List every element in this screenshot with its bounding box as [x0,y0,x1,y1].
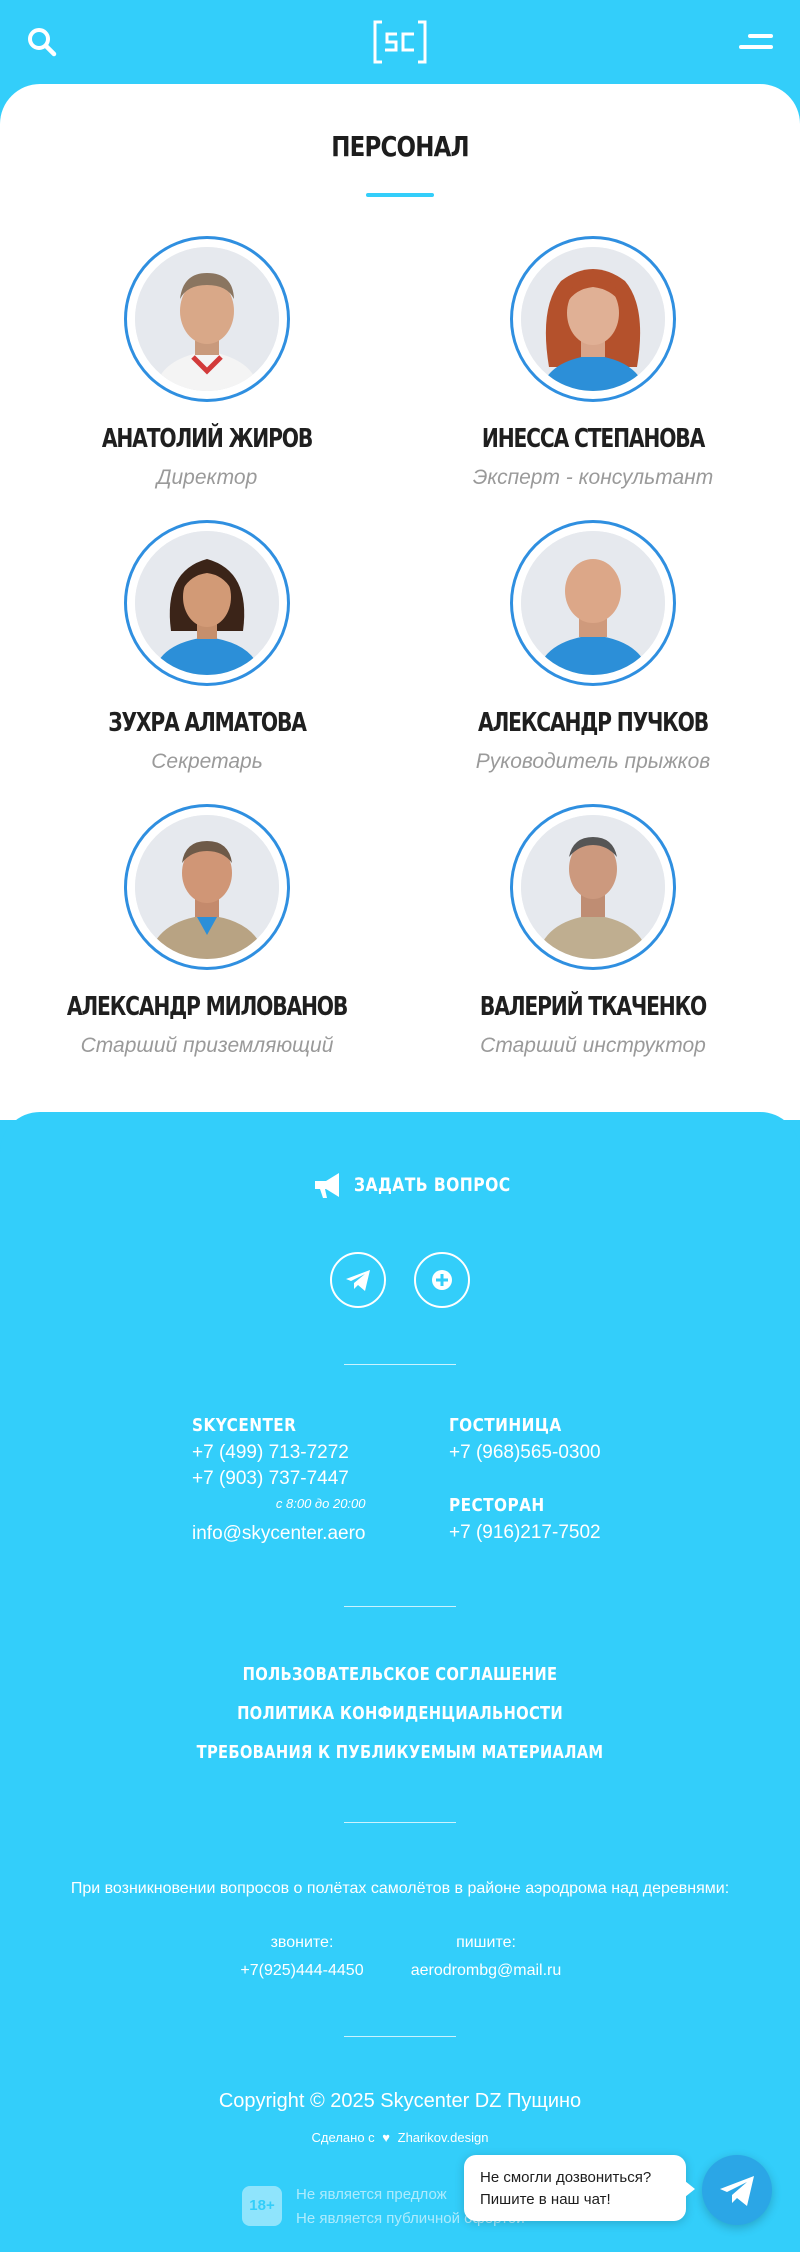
telegram-icon [702,2176,772,2229]
restaurant-contacts: РЕСТОРАН +7 (916)217-7502 [449,1495,601,1544]
megaphone-icon [312,1170,344,1200]
avatar [124,236,290,402]
phone-link[interactable]: +7 (499) 713-7272 [192,1442,366,1464]
phone-link[interactable]: +7 (903) 737-7447 [192,1468,366,1490]
open-chat-button[interactable] [702,2155,772,2225]
divider [344,1606,456,1607]
designer-link[interactable]: Zharikov.design [398,2130,489,2145]
staff-card: АЛЕКСАНДР МИЛОВАНОВ Старший приземляющий [0,804,400,1084]
divider [344,1364,456,1365]
avatar [510,520,676,686]
age-rating-badge: 18+ [242,2186,282,2226]
flight-notice: При возникновении вопросов о полётах сам… [70,1880,730,1897]
working-hours: с 8:00 до 20:00 [275,1496,366,1511]
site-footer: ЗАДАТЬ ВОПРОС SKYCENTER +7 (499) 713-727… [0,1112,800,2252]
skycenter-logo[interactable] [372,19,428,65]
add-icon [416,1270,468,1310]
divider [344,2036,456,2037]
telegram-icon [332,1270,384,1310]
heart-icon: ♥ [382,2130,390,2145]
hotel-contacts: ГОСТИНИЦА +7 (968)565-0300 [449,1415,601,1464]
staff-card: АЛЕКСАНДР ПУЧКОВ Руководитель прыжков [386,520,786,800]
person-name: АНАТОЛИЙ ЖИРОВ [101,424,313,454]
ask-question-button[interactable]: ЗАДАТЬ ВОПРОС [312,1168,510,1204]
write-label: пишите: [456,1934,516,1951]
chat-prompt-line: Пишите в наш чат! [480,2191,611,2208]
made-by: Сделано с ♥ Zharikov.design [0,2130,800,2145]
phone-link[interactable]: +7 (916)217-7502 [449,1522,601,1544]
call-label: звоните: [270,1934,334,1951]
avatar [510,804,676,970]
telegram-button[interactable] [330,1252,386,1308]
divider [344,1822,456,1823]
person-name: АЛЕКСАНДР МИЛОВАНОВ [66,992,349,1022]
menu-icon[interactable] [738,28,774,56]
user-agreement-link[interactable]: ПОЛЬЗОВАТЕЛЬСКОЕ СОГЛАШЕНИЕ [72,1664,728,1685]
person-role: Директор [156,466,258,489]
person-role: Эксперт - консультант [472,466,714,489]
search-icon[interactable] [24,24,60,60]
copyright: Copyright © 2025 Skycenter DZ Пущино [218,2090,582,2112]
made-prefix: Сделано с [311,2130,375,2145]
staff-card: ИНЕССА СТЕПАНОВА Эксперт - консультант [386,236,786,516]
person-role: Старший приземляющий [80,1034,334,1057]
staff-card: АНАТОЛИЙ ЖИРОВ Директор [0,236,400,516]
contact-heading: SKYCENTER [192,1415,297,1436]
contact-heading: РЕСТОРАН [449,1495,545,1516]
chat-prompt-bubble[interactable]: Не смогли дозвониться? Пишите в наш чат! [464,2155,695,2221]
person-role: Руководитель прыжков [475,750,711,773]
contact-heading: ГОСТИНИЦА [449,1415,562,1436]
avatar [510,236,676,402]
person-name: ЗУХРА АЛМАТОВА [108,708,307,738]
person-name: АЛЕКСАНДР ПУЧКОВ [477,708,709,738]
site-header [0,0,800,84]
staff-card: ВАЛЕРИЙ ТКАЧЕНКО Старший инструктор [386,804,786,1084]
write-email-link[interactable]: aerodrombg@mail.ru [396,1962,576,1980]
section-title: ПЕРСОНАЛ [331,130,469,163]
privacy-policy-link[interactable]: ПОЛИТИКА КОНФИДЕНЦИАЛЬНОСТИ [72,1703,728,1724]
offer-disclaimer: Не является предлож [296,2186,447,2203]
ask-question-label: ЗАДАТЬ ВОПРОС [354,1174,511,1196]
chat-prompt-line: Не смогли дозвониться? [480,2169,652,2186]
person-role: Секретарь [151,750,263,773]
staff-section: ПЕРСОНАЛ АНАТОЛИЙ ЖИРОВ Директор ИНЕССА … [0,84,800,1120]
staff-card: ЗУХРА АЛМАТОВА Секретарь [0,520,400,800]
email-link[interactable]: info@skycenter.aero [192,1523,366,1545]
person-name: ИНЕССА СТЕПАНОВА [481,424,705,454]
person-role: Старший инструктор [480,1034,706,1057]
add-contact-button[interactable] [414,1252,470,1308]
avatar [124,804,290,970]
content-requirements-link[interactable]: ТРЕБОВАНИЯ К ПУБЛИКУЕМЫМ МАТЕРИАЛАМ [72,1742,728,1763]
avatar [124,520,290,686]
person-name: ВАЛЕРИЙ ТКАЧЕНКО [479,992,707,1022]
phone-link[interactable]: +7 (968)565-0300 [449,1442,601,1464]
title-underline [366,193,434,197]
skycenter-contacts: SKYCENTER +7 (499) 713-7272 +7 (903) 737… [192,1415,366,1545]
call-phone-link[interactable]: +7(925)444-4450 [222,1962,382,1980]
